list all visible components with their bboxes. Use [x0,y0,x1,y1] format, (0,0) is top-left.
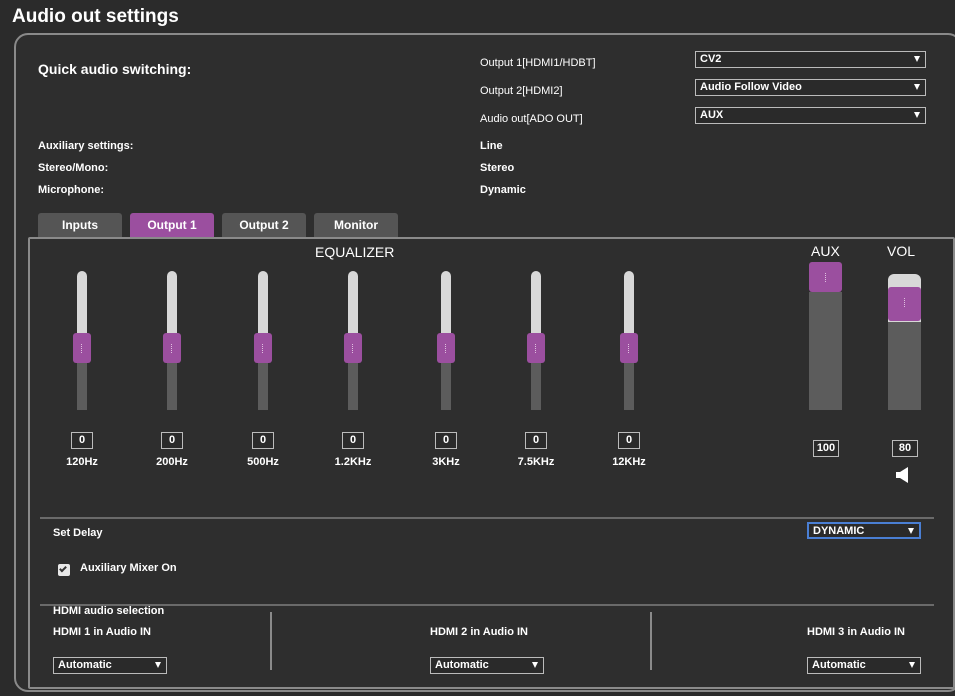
speaker-icon[interactable] [895,466,915,484]
set-delay-select-value: DYNAMIC [813,525,865,537]
audio-out-select-value: AUX [700,109,724,121]
eq-value[interactable]: 0 [435,432,457,449]
eq-slider-thumb[interactable] [437,333,455,363]
grip-icon [445,344,446,353]
eq-band-frequency: 12KHz [612,456,646,468]
eq-slider-upper [167,271,177,336]
aux-settings-label: Auxiliary settings: [38,140,134,152]
output1-select-value: CV2 [700,53,722,65]
checkmark-icon [59,564,67,573]
audio-out-select[interactable]: AUX [695,107,926,124]
eq-value[interactable]: 0 [525,432,547,449]
page-title: Audio out settings [12,6,179,27]
hdmi3-select-value: Automatic [812,659,866,671]
audio-out-label: Audio out[ADO OUT] [480,113,583,125]
equalizer-title: EQUALIZER [315,244,395,260]
output2-label: Output 2[HDMI2] [480,85,563,97]
grip-icon [904,298,905,307]
vol-slider-fill [888,322,921,410]
eq-slider-thumb[interactable] [344,333,362,363]
column-divider [270,612,272,670]
grip-icon [352,344,353,353]
eq-band-frequency: 500Hz [247,456,279,468]
eq-slider-thumb[interactable] [163,333,181,363]
column-divider [650,612,652,670]
output2-select-value: Audio Follow Video [700,81,802,93]
divider [40,604,934,606]
hdmi1-select-value: Automatic [58,659,112,671]
eq-slider-upper [624,271,634,336]
hdmi-audio-heading: HDMI audio selection [53,605,165,617]
stereo-mono-label: Stereo/Mono: [38,162,109,174]
output1-select[interactable]: CV2 [695,51,926,68]
vol-value[interactable]: 80 [892,440,918,457]
grip-icon [171,344,172,353]
tab-inputs[interactable]: Inputs [38,213,122,237]
grip-icon [628,344,629,353]
vol-slider-thumb[interactable] [888,287,921,321]
eq-band-frequency: 200Hz [156,456,188,468]
aux-slider-label: AUX [811,243,840,259]
eq-band-frequency: 3KHz [432,456,460,468]
chevron-down-icon [914,56,920,62]
tab-output-1[interactable]: Output 1 [130,213,214,237]
grip-icon [535,344,536,353]
output1-label: Output 1[HDMI1/HDBT] [480,57,596,69]
set-delay-label: Set Delay [53,527,103,539]
eq-slider-upper [77,271,87,336]
hdmi3-label: HDMI 3 in Audio IN [807,626,905,638]
eq-slider-upper [258,271,268,336]
eq-slider-thumb[interactable] [254,333,272,363]
chevron-down-icon [914,112,920,118]
eq-value[interactable]: 0 [161,432,183,449]
chevron-down-icon [908,528,914,534]
eq-slider-thumb[interactable] [527,333,545,363]
chevron-down-icon [532,662,538,668]
microphone-value: Dynamic [480,184,526,196]
grip-icon [825,273,826,282]
aux-mixer-label: Auxiliary Mixer On [80,562,177,574]
eq-value[interactable]: 0 [252,432,274,449]
quick-switching-heading: Quick audio switching: [38,61,192,77]
hdmi2-select[interactable]: Automatic [430,657,544,674]
aux-mixer-checkbox[interactable] [58,564,70,576]
eq-value[interactable]: 0 [342,432,364,449]
tab-monitor[interactable]: Monitor [314,213,398,237]
eq-band-frequency: 7.5KHz [517,456,555,468]
aux-settings-value: Line [480,140,503,152]
chevron-down-icon [914,84,920,90]
divider [40,517,934,519]
aux-slider-fill [809,292,842,410]
chevron-down-icon [909,662,915,668]
hdmi1-select[interactable]: Automatic [53,657,167,674]
eq-value[interactable]: 0 [618,432,640,449]
hdmi3-select[interactable]: Automatic [807,657,921,674]
eq-slider-thumb[interactable] [73,333,91,363]
eq-band-frequency: 1.2KHz [334,456,372,468]
set-delay-select[interactable]: DYNAMIC [807,522,921,539]
grip-icon [81,344,82,353]
stereo-mono-value: Stereo [480,162,515,174]
hdmi2-select-value: Automatic [435,659,489,671]
eq-band-frequency: 120Hz [66,456,98,468]
output2-select[interactable]: Audio Follow Video [695,79,926,96]
hdmi2-label: HDMI 2 in Audio IN [430,626,528,638]
microphone-label: Microphone: [38,184,104,196]
chevron-down-icon [155,662,161,668]
eq-slider-upper [348,271,358,336]
grip-icon [262,344,263,353]
eq-value[interactable]: 0 [71,432,93,449]
eq-slider-thumb[interactable] [620,333,638,363]
vol-slider-label: VOL [887,243,916,259]
eq-slider-upper [441,271,451,336]
hdmi1-label: HDMI 1 in Audio IN [53,626,151,638]
tab-output-2[interactable]: Output 2 [222,213,306,237]
aux-value[interactable]: 100 [813,440,839,457]
aux-slider-thumb[interactable] [809,262,842,292]
eq-slider-upper [531,271,541,336]
